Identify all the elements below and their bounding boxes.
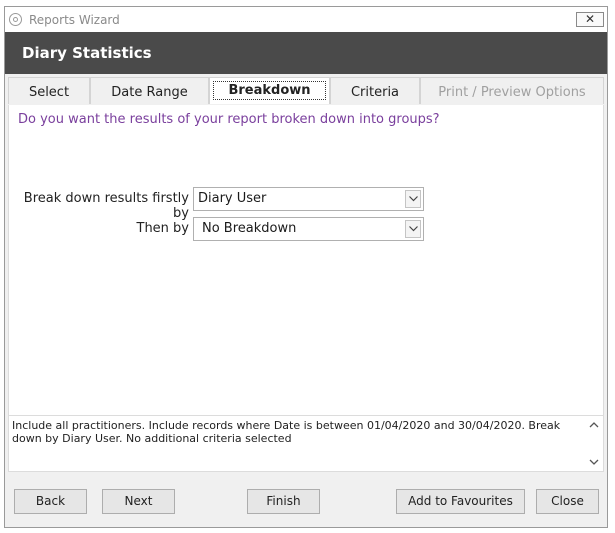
then-by-label: Then by: [136, 221, 190, 236]
chevron-up-icon[interactable]: [587, 418, 601, 432]
tab-select[interactable]: Select: [8, 77, 90, 104]
app-logo-icon: [9, 13, 22, 26]
criteria-summary-box[interactable]: Include all practitioners. Include recor…: [8, 415, 604, 472]
tab-criteria[interactable]: Criteria: [330, 77, 420, 104]
wizard-footer: Back Next Finish Add to Favourites Close: [5, 472, 607, 527]
title-bar: Reports Wizard ✕: [5, 7, 607, 32]
tab-breakdown-label: Breakdown: [213, 81, 326, 100]
close-button[interactable]: Close: [536, 489, 599, 514]
first-breakdown-select[interactable]: Diary User: [193, 187, 424, 211]
chevron-down-icon[interactable]: [405, 220, 421, 238]
tab-bar: Select Date Range Breakdown Criteria Pri…: [5, 74, 607, 105]
breakdown-panel: Do you want the results of your report b…: [8, 105, 604, 415]
window-title: Reports Wizard: [29, 13, 120, 27]
reports-wizard-window: Reports Wizard ✕ Diary Statistics Select…: [4, 6, 608, 528]
then-by-value: No Breakdown: [202, 221, 297, 236]
tab-print-preview-options: Print / Preview Options: [420, 77, 604, 104]
chevron-down-icon[interactable]: [587, 455, 601, 469]
breakdown-question: Do you want the results of your report b…: [18, 112, 440, 127]
chevron-down-icon[interactable]: [405, 190, 421, 208]
first-breakdown-value: Diary User: [198, 191, 267, 206]
finish-button[interactable]: Finish: [247, 489, 320, 514]
tab-date-range[interactable]: Date Range: [90, 77, 209, 104]
first-breakdown-label: Break down results firstly by: [23, 191, 189, 221]
next-button[interactable]: Next: [102, 489, 175, 514]
then-by-select[interactable]: No Breakdown: [193, 217, 424, 241]
window-close-button[interactable]: ✕: [576, 12, 604, 27]
add-to-favourites-button[interactable]: Add to Favourites: [396, 489, 525, 514]
back-button[interactable]: Back: [14, 489, 87, 514]
criteria-summary-text: Include all practitioners. Include recor…: [12, 419, 561, 445]
tab-breakdown[interactable]: Breakdown: [209, 77, 330, 104]
wizard-header: Diary Statistics: [5, 32, 607, 74]
page-title: Diary Statistics: [22, 44, 152, 62]
